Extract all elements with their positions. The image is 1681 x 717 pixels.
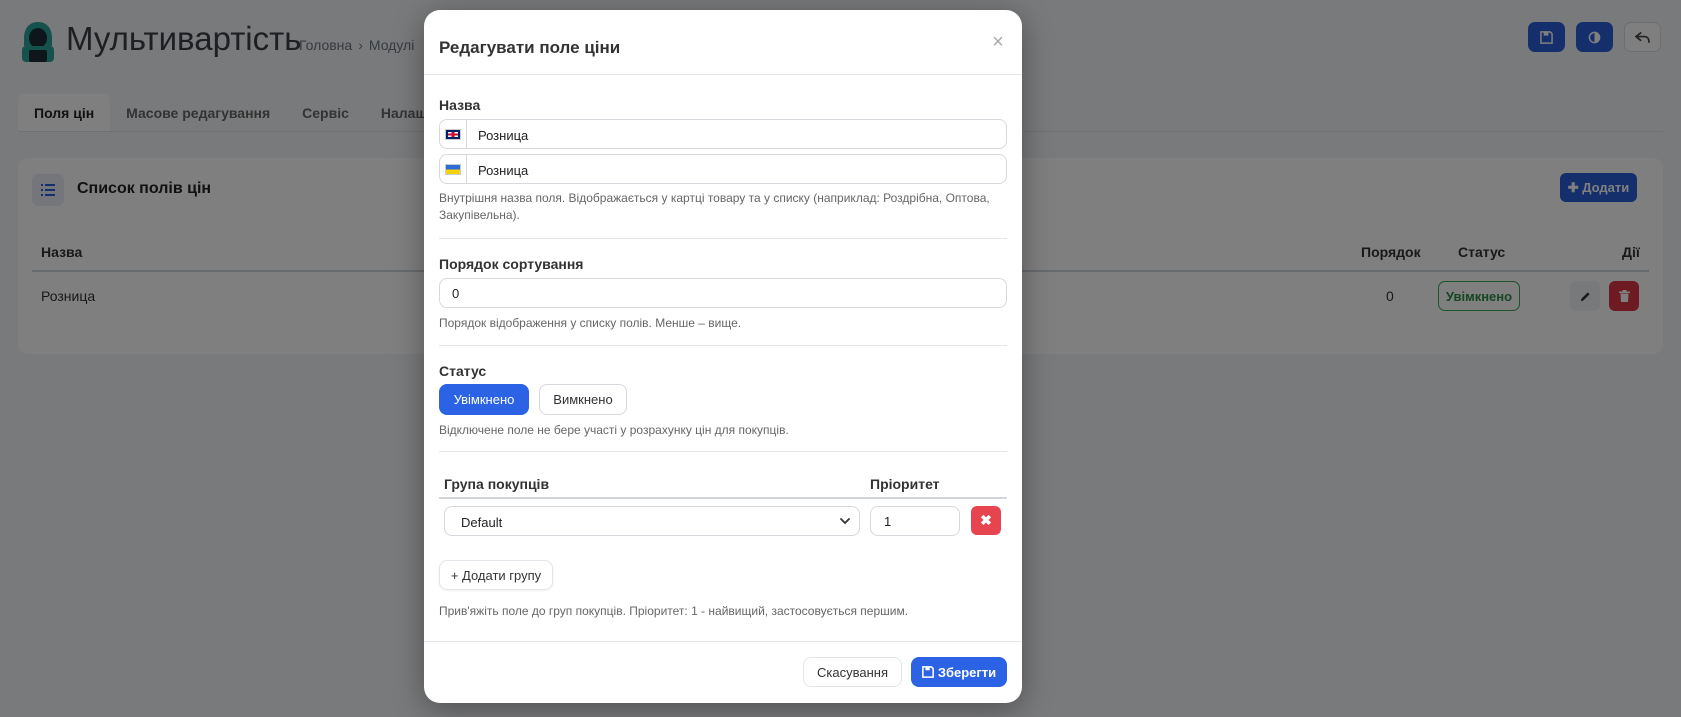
save-button[interactable]: Зберегти xyxy=(911,657,1007,687)
status-help-text: Відключене поле не бере участі у розраху… xyxy=(439,423,789,437)
name-help-text: Внутрішня назва поля. Відображається у к… xyxy=(439,191,990,222)
ua-flag-icon xyxy=(445,164,461,175)
save-button-label: Зберегти xyxy=(937,664,997,680)
name-input-group-en xyxy=(439,119,1007,149)
section-divider xyxy=(439,451,1007,452)
status-label: Статус xyxy=(439,363,487,379)
name-input-en[interactable] xyxy=(478,126,998,144)
edit-price-field-modal: Редагувати поле ціни × Назва Внутрішня н… xyxy=(424,10,1022,703)
name-label: Назва xyxy=(439,97,481,113)
modal-title: Редагувати поле ціни xyxy=(439,38,621,57)
status-enabled-button[interactable]: Увімкнено xyxy=(439,384,529,415)
cancel-button[interactable]: Скасування xyxy=(803,657,902,687)
status-disabled-button[interactable]: Вимкнено xyxy=(539,384,627,415)
groups-table-header-divider xyxy=(439,497,1007,499)
sort-order-help-text: Порядок відображення у списку полів. Мен… xyxy=(439,316,742,330)
sort-order-input[interactable] xyxy=(439,278,1007,308)
priority-input[interactable] xyxy=(870,506,960,536)
remove-group-button[interactable]: ✖ xyxy=(971,506,1001,535)
section-divider xyxy=(439,345,1007,346)
close-icon[interactable]: × xyxy=(988,32,1008,52)
input-addon-divider xyxy=(466,155,467,183)
close-x-icon: ✖ xyxy=(980,512,992,528)
groups-help-text: Прив'яжіть поле до груп покупців. Пріори… xyxy=(439,604,909,618)
add-group-button[interactable]: + Додати групу xyxy=(439,560,553,590)
priority-column-header: Пріоритет xyxy=(870,476,940,492)
chevron-down-icon xyxy=(840,518,850,525)
customer-group-column-header: Група покупців xyxy=(444,476,550,492)
modal-header-divider xyxy=(424,74,1022,75)
name-input-group-ua xyxy=(439,154,1007,184)
gb-flag-icon xyxy=(445,129,461,140)
save-icon xyxy=(921,666,934,678)
name-input-ua[interactable] xyxy=(478,161,998,179)
section-divider xyxy=(439,238,1007,239)
input-addon-divider xyxy=(466,120,467,148)
customer-group-selected: Default xyxy=(461,515,503,530)
sort-order-label: Порядок сортування xyxy=(439,256,584,272)
modal-footer-divider xyxy=(424,641,1022,642)
customer-group-select[interactable]: Default xyxy=(444,506,860,536)
